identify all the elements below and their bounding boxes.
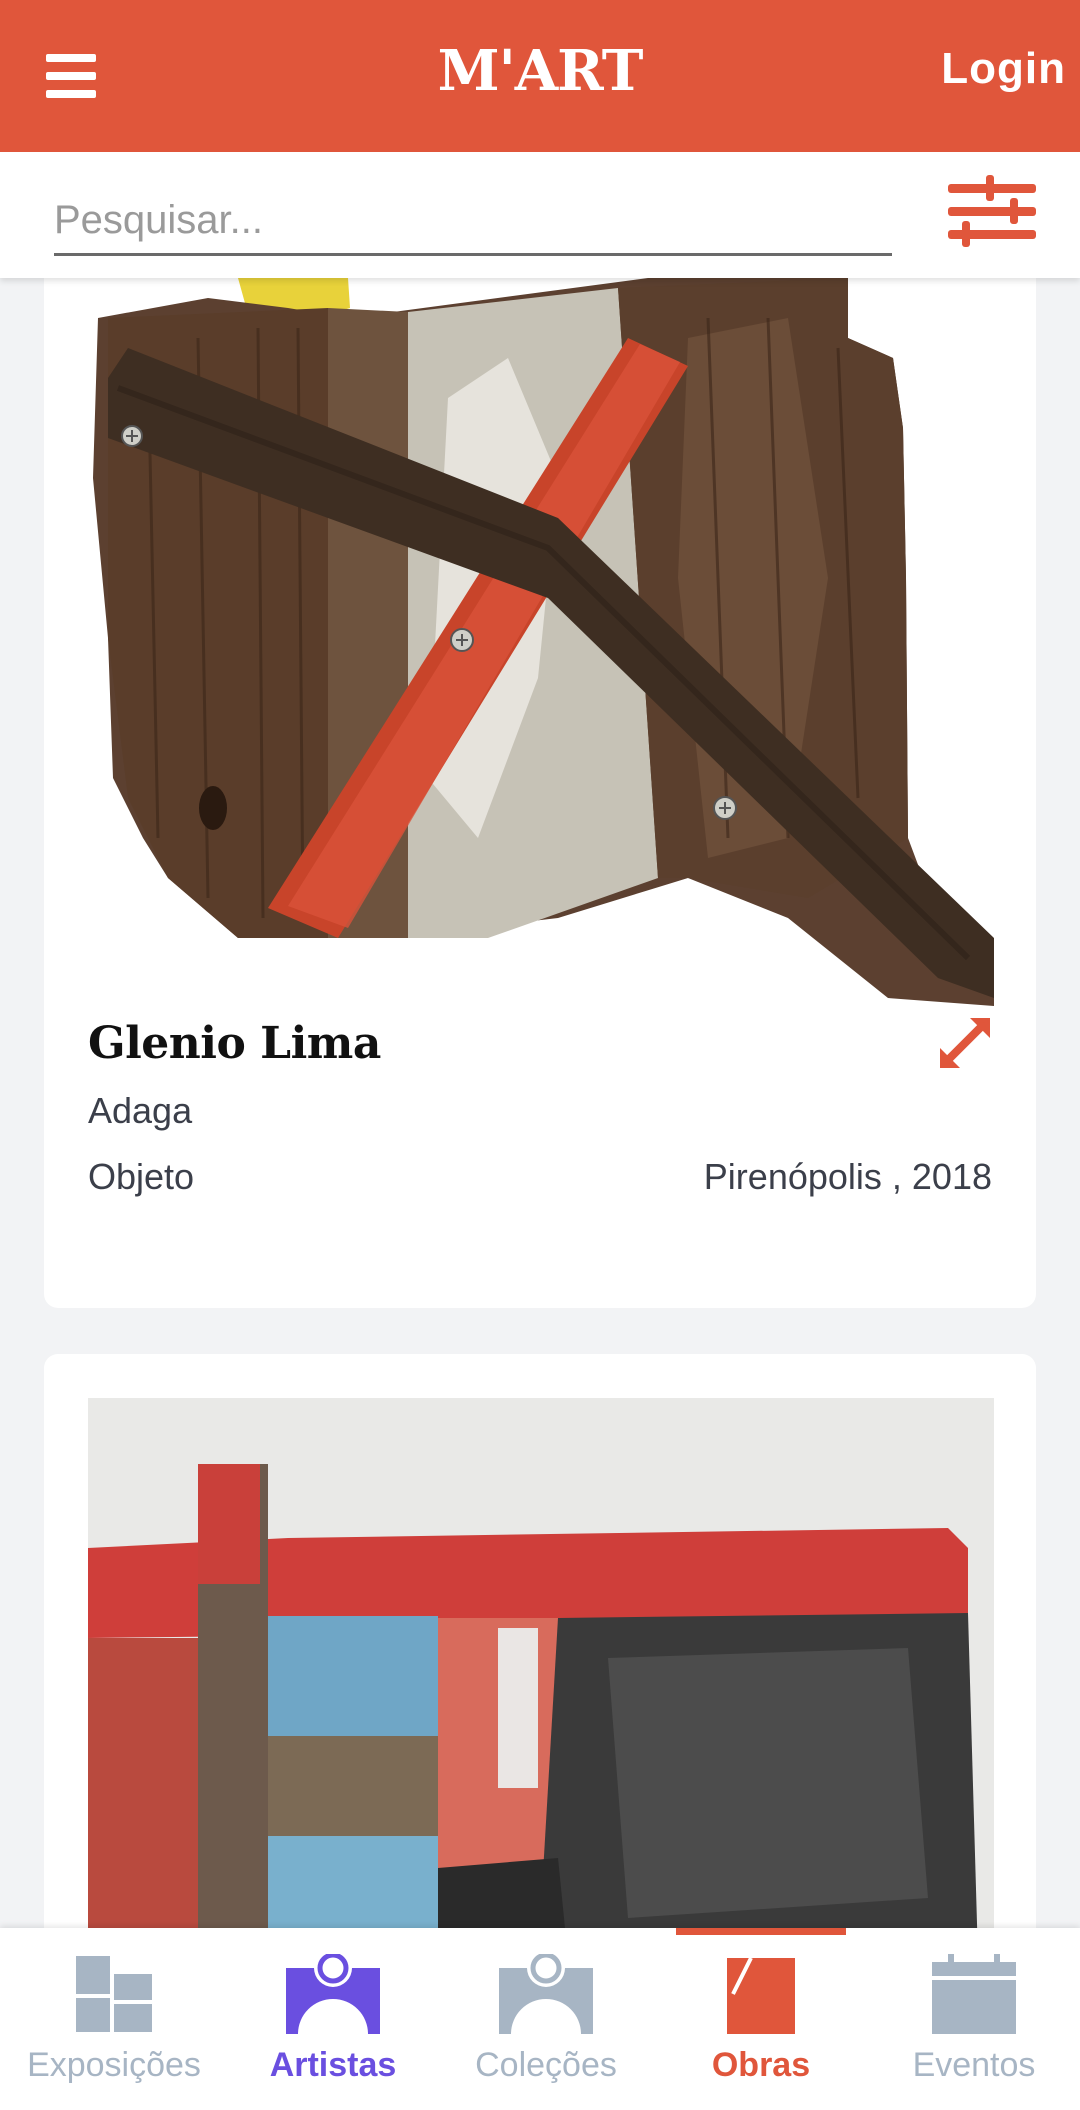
artwork-icon <box>727 1957 795 2034</box>
tab-label: Exposições <box>27 2046 201 2084</box>
search-input[interactable] <box>54 188 892 256</box>
artwork-card[interactable] <box>44 1354 1036 1928</box>
tab-label: Obras <box>711 2046 811 2084</box>
grid-icon <box>76 1956 152 2032</box>
tab-artistas[interactable]: Artistas <box>228 1928 438 2110</box>
artwork-image[interactable] <box>88 278 994 1006</box>
tab-colecoes[interactable]: Coleções <box>438 1928 654 2110</box>
search-bar <box>0 152 1080 278</box>
artwork-type: Objeto <box>88 1156 195 1197</box>
artwork-title: Adaga <box>88 1090 193 1131</box>
tab-label: Coleções <box>475 2046 617 2084</box>
app-logo: M'ART <box>437 38 644 104</box>
artwork-image[interactable] <box>88 1398 994 1928</box>
collection-icon <box>499 1954 593 2034</box>
artwork-card[interactable]: Glenio Lima Adaga Objeto Pirenópolis , 2… <box>44 278 1036 1308</box>
artwork-place-year: Pirenópolis , 2018 <box>703 1156 992 1197</box>
artist-icon <box>286 1954 380 2034</box>
filter-sliders-icon[interactable] <box>946 174 1038 252</box>
expand-icon[interactable] <box>934 1012 996 1074</box>
app-header: M'ART Login <box>0 0 1080 152</box>
bottom-navigation: Exposições Artistas Coleções Obras Event… <box>0 1928 1080 2110</box>
tab-label: Eventos <box>912 2046 1036 2084</box>
artist-name[interactable]: Glenio Lima <box>88 1018 381 1069</box>
tab-obras[interactable]: Obras <box>654 1928 868 2110</box>
tab-eventos[interactable]: Eventos <box>868 1928 1080 2110</box>
tab-label: Artistas <box>269 2046 397 2084</box>
login-button[interactable]: Login <box>941 44 1066 94</box>
tab-exposicoes[interactable]: Exposições <box>0 1928 228 2110</box>
artworks-list[interactable]: Glenio Lima Adaga Objeto Pirenópolis , 2… <box>0 278 1080 1928</box>
calendar-icon <box>932 1954 1016 2034</box>
